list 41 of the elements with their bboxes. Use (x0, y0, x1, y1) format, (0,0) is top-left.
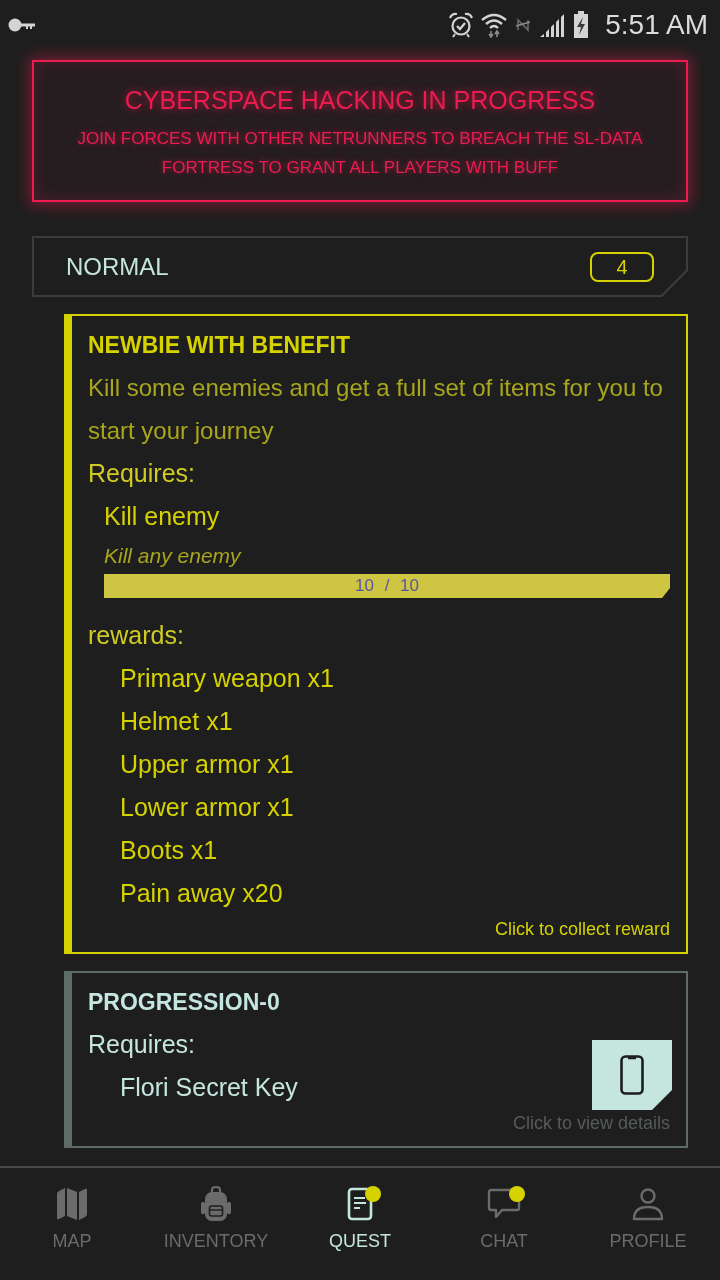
banner-message: JOIN FORCES WITH OTHER NETRUNNERS TO BREACH THE SL-DATA FORTRESS TO GRANT ALL PLAYERS WITH BUFF (76, 128, 644, 179)
battery-charging-icon (573, 11, 590, 39)
clock-time: 5:51 AM (605, 8, 708, 42)
reward-item: Lower armor x1 (120, 792, 294, 823)
reward-item: Primary weapon x1 (120, 663, 334, 694)
section-title: NORMAL (66, 251, 169, 282)
map-icon (54, 1186, 90, 1222)
requirement-name: Flori Secret Key (120, 1072, 298, 1103)
section-header[interactable]: NORMAL 4 (32, 236, 688, 297)
quest-description: Kill some enemies and get a full set of items for you to start your journey (88, 373, 664, 446)
progress-text: 10 / 10 (355, 575, 419, 597)
card-hint: Click to view details (512, 1112, 670, 1135)
key-icon (8, 17, 36, 33)
reward-item: Upper armor x1 (120, 749, 294, 780)
requirement-name: Kill enemy (104, 501, 220, 532)
person-icon (630, 1186, 666, 1222)
requirement-description: Kill any enemy (104, 543, 241, 569)
signal-icon (539, 12, 566, 38)
requires-label: Requires: (88, 458, 195, 489)
requires-label: Requires: (88, 1029, 195, 1060)
reward-item: Helmet x1 (120, 706, 233, 737)
nav-tab[interactable]: PROFILE (576, 1168, 720, 1280)
quest-title: NEWBIE WITH BENEFIT (88, 331, 350, 360)
phone-icon (620, 1055, 644, 1095)
reward-item: Boots x1 (120, 835, 218, 866)
wifi-icon (481, 12, 508, 38)
rewards-label: rewards: (88, 620, 184, 651)
floating-action-button[interactable] (592, 1040, 672, 1110)
card-hint: Click to collect reward (494, 918, 670, 941)
backpack-icon (198, 1186, 234, 1222)
nfc-off-icon (515, 17, 532, 33)
banner-title: CYBERSPACE HACKING IN PROGRESS (124, 85, 596, 116)
nav-tab[interactable]: QUEST (288, 1168, 432, 1280)
nav-tab[interactable]: CHAT (432, 1168, 576, 1280)
count-badge: 4 (590, 251, 654, 282)
alarm-icon (449, 12, 474, 38)
quest-title: PROGRESSION-0 (88, 988, 280, 1017)
reward-item: Pain away x20 (120, 878, 283, 909)
quest-card[interactable] (64, 314, 688, 954)
nav-tab[interactable]: MAP (0, 1168, 144, 1280)
nav-tab[interactable]: INVENTORY (144, 1168, 288, 1280)
